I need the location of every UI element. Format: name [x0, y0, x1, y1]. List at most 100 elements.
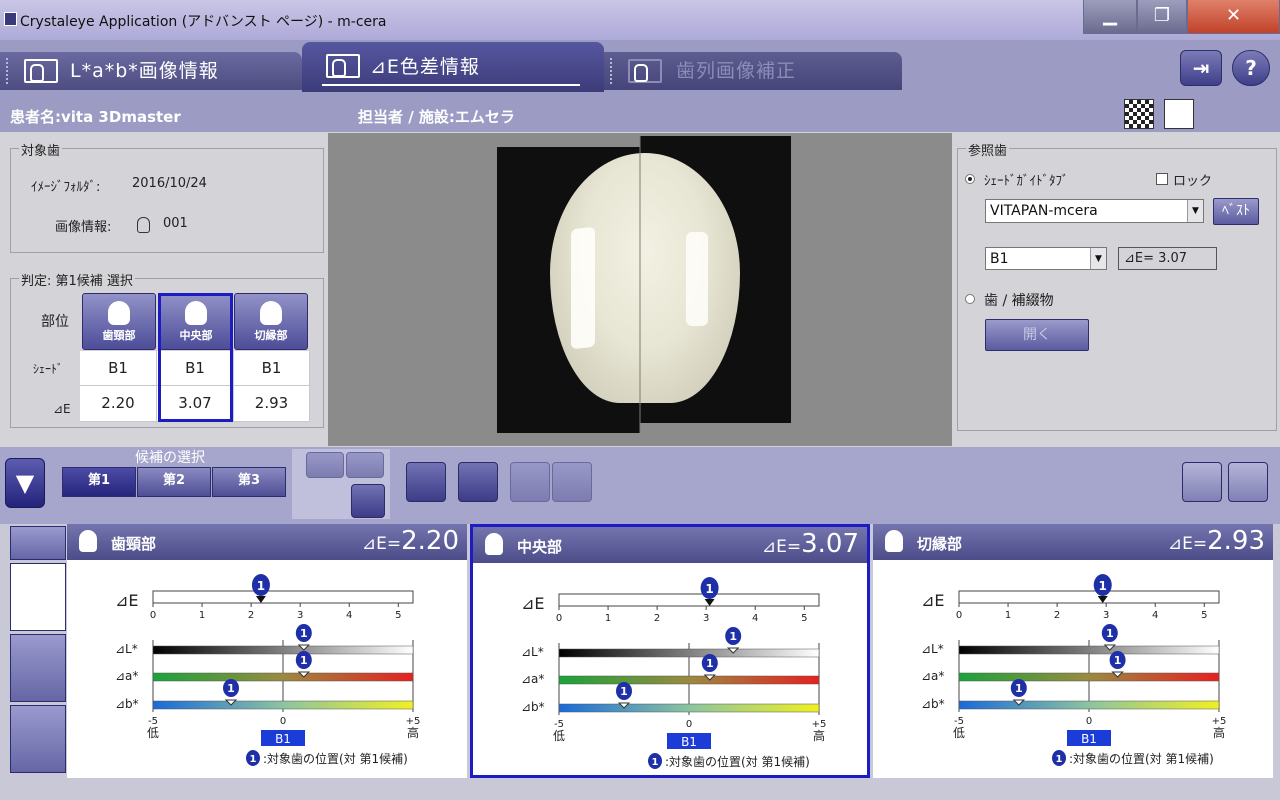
tab-dentition-correction[interactable]: 歯列画像補正	[604, 52, 902, 90]
lab-data-icon[interactable]	[10, 526, 66, 560]
tooth-outline-icon[interactable]	[458, 462, 498, 502]
tab-delta-e-info[interactable]: ⊿E色差情報	[302, 42, 604, 92]
grip-icon	[6, 58, 10, 84]
lab-axis-label: ⊿a*	[115, 669, 138, 683]
shade-select[interactable]: B1 ▼	[985, 247, 1107, 270]
tooth-icon	[137, 217, 150, 233]
delta-e-card[interactable]: 歯頸部 ⊿E=2.20 ⊿E 0 1 2 3 4 5 1 ⊿L* 1 ⊿a* 1 ⊿b* 1 -5 0 +5 低高 B1…	[67, 524, 467, 778]
close-button[interactable]: ✕	[1187, 0, 1280, 34]
table-view-icon[interactable]	[10, 634, 66, 702]
tab-dent-label: 歯列画像補正	[676, 60, 797, 82]
folder-label: ｲﾒｰｼﾞﾌｫﾙﾀﾞ:	[31, 180, 101, 195]
reflection-highlight	[571, 226, 595, 350]
candidate-1-button[interactable]: 第1	[62, 467, 136, 497]
de-tick-label: 0	[556, 613, 562, 624]
card-scales: ⊿E0 1 2 3 4 51⊿L*1⊿a*1⊿b*1-5 0 +5低 高B11:対象歯の位置(対…	[521, 577, 826, 769]
de-tick-label: 0	[150, 610, 156, 621]
de-tick-label: 1	[199, 610, 205, 621]
lab-tick-label: 0	[686, 719, 692, 730]
de-tick-label: 4	[346, 610, 352, 621]
lab-bar	[958, 645, 1220, 655]
card-part-name: 切縁部	[917, 535, 963, 553]
de-axis-label: ⊿E	[115, 591, 139, 610]
lock-label: ロック	[1173, 174, 1213, 189]
tab-de-label: ⊿E色差情報	[370, 56, 480, 78]
reference-title: 参照歯	[966, 140, 1010, 159]
reflection-highlight	[686, 232, 708, 326]
de-cell: 2.93	[234, 386, 310, 422]
de-bar	[558, 593, 820, 607]
lab-marker-label: 1	[1114, 654, 1122, 667]
tooth-icon	[485, 533, 503, 555]
de-tick-label: 1	[605, 613, 611, 624]
exit-icon[interactable]: ⇥	[1180, 50, 1222, 86]
tab-bar: L*a*b*画像情報 ⊿E色差情報 歯列画像補正 ⇥ ?	[0, 40, 1280, 96]
select-icon[interactable]	[346, 452, 384, 478]
tooth-prosthesis-label: 歯 / 補綴物	[984, 293, 1054, 309]
lock-checkbox[interactable]	[1156, 173, 1168, 185]
part-button-incisal[interactable]: 切縁部	[234, 293, 308, 350]
legend-text: :対象歯の位置(対 第1候補)	[1069, 751, 1214, 766]
print-icon[interactable]	[1228, 462, 1268, 502]
zoom-out-icon[interactable]	[552, 462, 592, 502]
lab-axis-label: ⊿L*	[115, 642, 138, 656]
scale-view-icon[interactable]	[10, 563, 66, 631]
de-bar	[152, 590, 414, 604]
grid-icon[interactable]	[351, 484, 385, 518]
selected-column-highlight	[158, 293, 233, 422]
tab-lab-image-info[interactable]: L*a*b*画像情報	[0, 52, 302, 90]
reference-de-value: ⊿E= 3.07	[1118, 247, 1217, 270]
lab-axis-label: ⊿b*	[921, 697, 945, 711]
part-button-cervical[interactable]: 歯頸部	[82, 293, 156, 350]
shade-cell: B1	[80, 351, 157, 386]
maximize-button[interactable]: ❐	[1137, 0, 1187, 34]
collapse-toggle[interactable]: ▼	[5, 458, 45, 508]
tooth-prosthesis-radio[interactable]	[965, 294, 975, 304]
de-row-label: ⊿E	[53, 402, 71, 416]
card-scales: ⊿E0 1 2 3 4 51⊿L*1⊿a*1⊿b*1-5 0 +5低 高B11:対象歯の位置(対…	[115, 574, 420, 766]
best-button[interactable]: ﾍﾞｽﾄ	[1213, 198, 1259, 225]
rotate-icon[interactable]	[306, 452, 344, 478]
shade-guide-label: ｼｪｰﾄﾞｶﾞｲﾄﾞﾀﾌﾞ	[984, 174, 1069, 189]
zoom-in-icon[interactable]	[510, 462, 550, 502]
candidate-2-button[interactable]: 第2	[137, 467, 211, 497]
legend-marker-label: 1	[1056, 754, 1063, 765]
lab-marker-label: 1	[300, 627, 308, 640]
lab-marker-label: 1	[706, 657, 714, 670]
open-button[interactable]: 開く	[985, 319, 1089, 351]
de-marker-label: 1	[257, 579, 265, 593]
candidate-title: 候補の選択	[135, 450, 205, 466]
shade-label: B1	[1081, 732, 1097, 746]
lab-marker-label: 1	[620, 685, 628, 698]
de-tick-label: 3	[297, 610, 303, 621]
shade-row-label: ｼｪｰﾄﾞ	[33, 362, 64, 376]
checker-pattern-icon[interactable]	[1124, 99, 1154, 129]
de-tick-label: 5	[801, 613, 807, 624]
window-title: Crystaleye Application (アドバンスト ページ) - m-…	[20, 14, 387, 30]
delta-e-card[interactable]: 切縁部 ⊿E=2.93 ⊿E 0 1 2 3 4 5 1 ⊿L* 1 ⊿a* 1 ⊿b* 1 -5 0 +5 低高 B1…	[873, 524, 1273, 778]
target-tooth-title: 対象歯	[19, 140, 63, 159]
card-part-name: 歯頸部	[111, 535, 157, 553]
de-axis-label: ⊿E	[521, 594, 545, 613]
delta-e-card[interactable]: 中央部 ⊿E=3.07 ⊿E 0 1 2 3 4 5 1 ⊿L* 1 ⊿a* 1 ⊿b* 1 -5 0 +5 低高 B1…	[470, 524, 870, 778]
dentition-chart-icon[interactable]	[1182, 462, 1222, 502]
shade-cell: B1	[234, 351, 310, 386]
shade-guide-select[interactable]: VITAPAN-mcera ▼	[985, 199, 1204, 223]
minimize-button[interactable]: ▁	[1083, 0, 1137, 34]
shade-tab-icon[interactable]	[406, 462, 446, 502]
map-view-icon[interactable]	[10, 705, 66, 773]
help-icon[interactable]: ?	[1232, 50, 1270, 86]
tooth-icon	[260, 301, 282, 325]
active-tab-underline	[322, 84, 580, 86]
image-info-value: 001	[163, 216, 188, 231]
folder-value: 2016/10/24	[132, 176, 207, 191]
shade-guide-radio[interactable]	[965, 174, 975, 184]
lab-axis-label: ⊿L*	[521, 645, 544, 659]
staff-facility: 担当者 / 施設:エムセラ	[358, 108, 515, 126]
de-tick-label: 4	[1152, 610, 1158, 621]
delta-e-icon	[326, 54, 360, 78]
de-tick-label: 5	[395, 610, 401, 621]
patient-name: 患者名:vita 3Dmaster	[10, 108, 181, 126]
candidate-3-button[interactable]: 第3	[212, 467, 286, 497]
tools-icon[interactable]	[1164, 99, 1194, 129]
